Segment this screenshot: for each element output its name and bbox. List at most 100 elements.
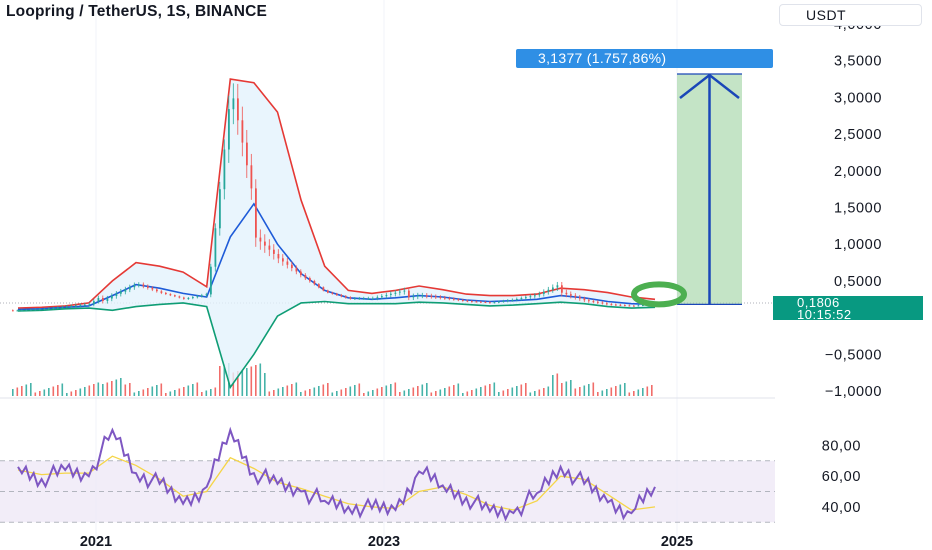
volume-bar	[367, 391, 370, 396]
volume-bar	[84, 387, 86, 396]
price-tick-label: 1,5000	[834, 201, 882, 217]
candle-body	[318, 284, 320, 288]
volume-bar	[52, 386, 55, 396]
candle-body	[282, 258, 284, 262]
candle-body	[219, 189, 221, 229]
volume-bar	[291, 384, 293, 396]
volume-bar	[151, 386, 154, 396]
candle-body	[493, 302, 496, 304]
volume-bar	[534, 391, 536, 396]
volume-bar	[381, 387, 383, 396]
candle-body	[39, 309, 41, 311]
volume-bar	[322, 384, 325, 396]
candle-body	[480, 301, 482, 303]
volume-bar	[88, 385, 91, 396]
candle-body	[453, 298, 455, 300]
candle-body	[565, 292, 568, 295]
volume-bar	[498, 392, 500, 396]
candle-body	[16, 310, 19, 312]
candle-body	[84, 304, 86, 306]
candle-body	[322, 287, 325, 291]
candle-body	[394, 292, 397, 294]
candle-body	[579, 297, 581, 299]
candle-body	[624, 305, 626, 307]
candle-body	[210, 266, 212, 295]
time-axis: 2021 2023 2025	[80, 534, 693, 550]
volume-bar	[264, 373, 266, 396]
candle-body	[556, 285, 559, 288]
chart-canvas[interactable]: 4,00003,50003,00002,50002,00001,50001,00…	[0, 0, 932, 550]
candle-body	[363, 298, 365, 300]
volume-bar	[592, 382, 595, 396]
candle-body	[295, 268, 298, 272]
volume-bar	[57, 385, 59, 396]
candle-body	[183, 297, 185, 299]
volume-bar	[628, 392, 631, 396]
candle-body	[52, 307, 55, 309]
volume-bar	[331, 392, 334, 396]
currency-unit-button[interactable]: USDT	[779, 4, 922, 26]
candle-body	[570, 294, 572, 296]
volume-bar	[570, 380, 572, 396]
volume-bar	[520, 384, 523, 396]
volume-bar	[408, 389, 410, 396]
time-tick-label: 2021	[80, 534, 112, 550]
volume-bar	[466, 391, 469, 396]
candle-body	[291, 264, 293, 269]
candle-body	[597, 301, 599, 303]
volume-bar	[385, 385, 388, 396]
candle-body	[498, 301, 500, 303]
candle-body	[543, 291, 545, 294]
candle-body	[421, 295, 424, 297]
volume-bar	[246, 368, 248, 396]
volume-bar	[259, 363, 262, 396]
candle-body	[160, 291, 163, 293]
candle-body	[196, 296, 199, 298]
candle-body	[142, 284, 145, 287]
volume-bar	[597, 392, 599, 396]
candle-body	[561, 285, 563, 293]
volume-bar	[646, 386, 649, 396]
volume-bar	[606, 389, 608, 396]
volume-bar	[196, 382, 199, 396]
candle-body	[241, 120, 244, 143]
candle-body	[178, 296, 181, 298]
volume-bar	[97, 382, 100, 396]
volume-bar	[345, 388, 347, 396]
candle-body	[538, 293, 541, 296]
candle-body	[151, 287, 154, 290]
volume-bar	[79, 388, 82, 396]
candle-body	[462, 300, 464, 301]
volume-bar	[529, 392, 532, 396]
candle-body	[619, 304, 622, 306]
volume-bar	[327, 383, 329, 396]
volume-bar	[561, 383, 563, 396]
volume-bar	[273, 390, 275, 396]
candle-body	[345, 296, 347, 298]
candle-body	[516, 299, 518, 300]
volume-bar	[219, 366, 221, 396]
volume-bar	[448, 386, 451, 396]
candle-body	[205, 294, 208, 296]
volume-bar	[489, 384, 491, 396]
volume-bar	[214, 387, 217, 396]
price-tick-label: 2,0000	[834, 164, 882, 180]
volume-bar	[349, 386, 352, 396]
volume-bar	[516, 386, 518, 396]
volume-bar	[160, 383, 163, 396]
price-tick-label: 1,0000	[834, 237, 882, 253]
price-tick-label: −0,5000	[825, 347, 882, 363]
volume-bar	[129, 383, 131, 396]
volume-bar	[138, 391, 140, 396]
candle-body	[309, 278, 311, 282]
candle-body	[331, 292, 334, 294]
volume-bar	[354, 385, 356, 396]
volume-bar	[115, 379, 118, 396]
candle-body	[592, 301, 595, 303]
volume-bar	[565, 381, 568, 396]
candle-body	[615, 304, 617, 306]
chart-screen: 4,00003,50003,00002,50002,00001,50001,00…	[0, 0, 932, 550]
candle-body	[201, 295, 203, 297]
bollinger-fill	[18, 79, 655, 388]
candle-body	[133, 285, 136, 288]
